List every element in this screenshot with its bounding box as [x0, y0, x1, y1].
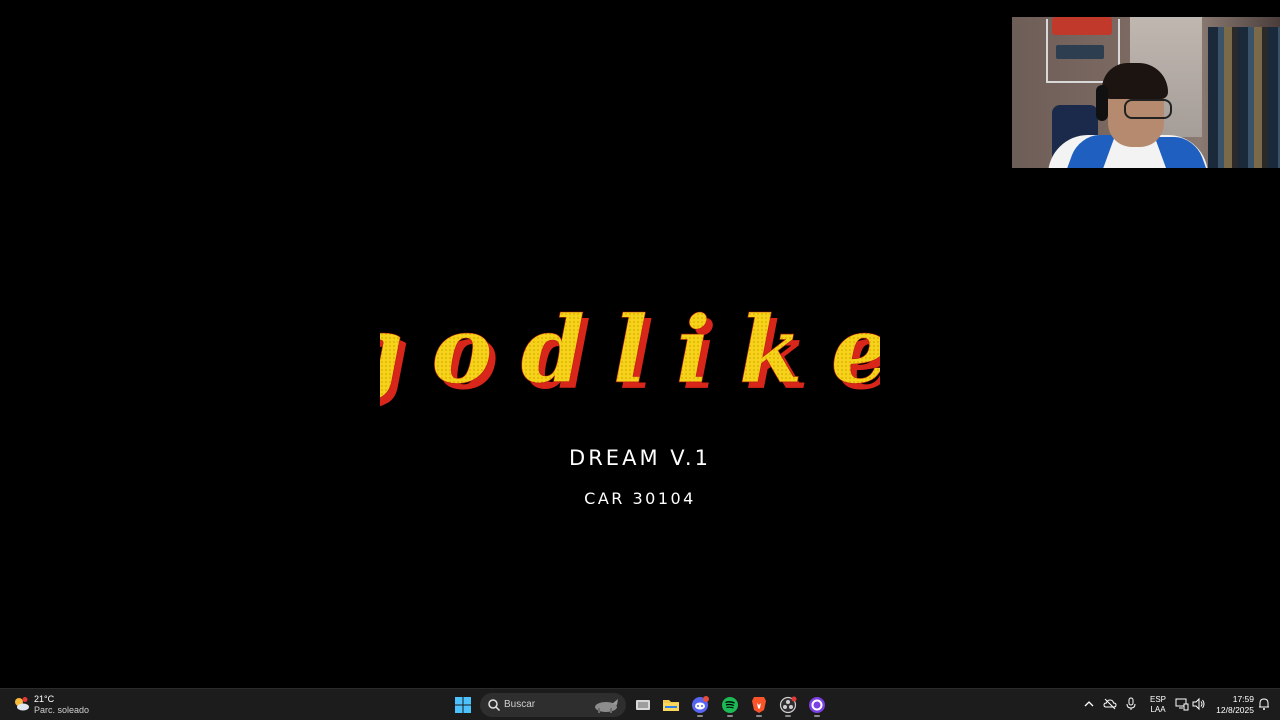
running-indicator	[697, 715, 703, 717]
windows-start-icon	[455, 697, 471, 713]
cortana-button[interactable]	[804, 692, 830, 718]
obs-button[interactable]	[775, 692, 801, 718]
search-icon	[488, 699, 501, 712]
webcam-headset	[1096, 85, 1108, 121]
task-view-button[interactable]	[630, 692, 656, 718]
weather-temperature: 21°C	[34, 694, 55, 704]
obs-icon	[779, 696, 797, 714]
language-layout: LAA	[1150, 705, 1166, 714]
search-highlight-icon	[595, 699, 618, 713]
clock-date: 12/8/2025	[1216, 705, 1254, 715]
webcam-person-glasses	[1124, 99, 1172, 119]
taskbar-search[interactable]: Buscar	[480, 693, 626, 717]
file-explorer-icon	[663, 700, 679, 711]
song-title: DREAM V.1	[569, 446, 711, 470]
brave-button[interactable]	[746, 692, 772, 718]
song-code: CAR 30104	[584, 489, 696, 508]
discord-button[interactable]	[687, 692, 713, 718]
cortana-icon	[809, 697, 825, 713]
running-indicator	[785, 715, 791, 717]
brave-icon	[752, 697, 766, 713]
file-explorer-button[interactable]	[658, 692, 684, 718]
webcam-shelf-item	[1056, 45, 1104, 59]
webcam-shelf-item	[1052, 17, 1112, 35]
partly-sunny-icon	[15, 697, 29, 711]
taskbar-clock[interactable]: 17:59 12/8/2025	[1208, 694, 1254, 716]
spotify-button[interactable]	[717, 692, 743, 718]
language-code: ESP	[1149, 695, 1166, 704]
stream-scene: godlike godlike DREAM V.1 CAR 30104	[0, 0, 1280, 688]
title-logo-text: godlike	[380, 300, 880, 404]
cloud-offline-icon[interactable]	[1103, 697, 1117, 711]
microphone-icon[interactable]	[1124, 697, 1138, 711]
notification-bell-icon[interactable]	[1257, 697, 1271, 711]
webcam-overlay	[1012, 17, 1280, 168]
running-indicator	[756, 715, 762, 717]
task-view-icon	[636, 700, 650, 710]
volume-icon[interactable]	[1192, 697, 1206, 711]
weather-description: Parc. soleado	[34, 705, 90, 715]
clock-time: 17:59	[1232, 694, 1254, 704]
input-language[interactable]: ESP LAA	[1149, 695, 1167, 715]
spotify-icon	[722, 697, 738, 713]
taskbar: 21°C Parc. soleado Buscar ESP LAA 17:59 …	[0, 688, 1280, 720]
running-indicator	[814, 715, 820, 717]
running-indicator	[727, 715, 733, 717]
chevron-up-icon[interactable]	[1082, 697, 1096, 711]
webcam-clothes	[1208, 27, 1280, 168]
discord-icon	[692, 696, 709, 713]
search-placeholder: Buscar	[504, 699, 536, 710]
start-button[interactable]	[450, 692, 476, 718]
network-icon[interactable]	[1175, 697, 1189, 711]
weather-widget[interactable]: 21°C Parc. soleado	[10, 692, 120, 718]
title-logo: godlike godlike	[339, 296, 896, 420]
